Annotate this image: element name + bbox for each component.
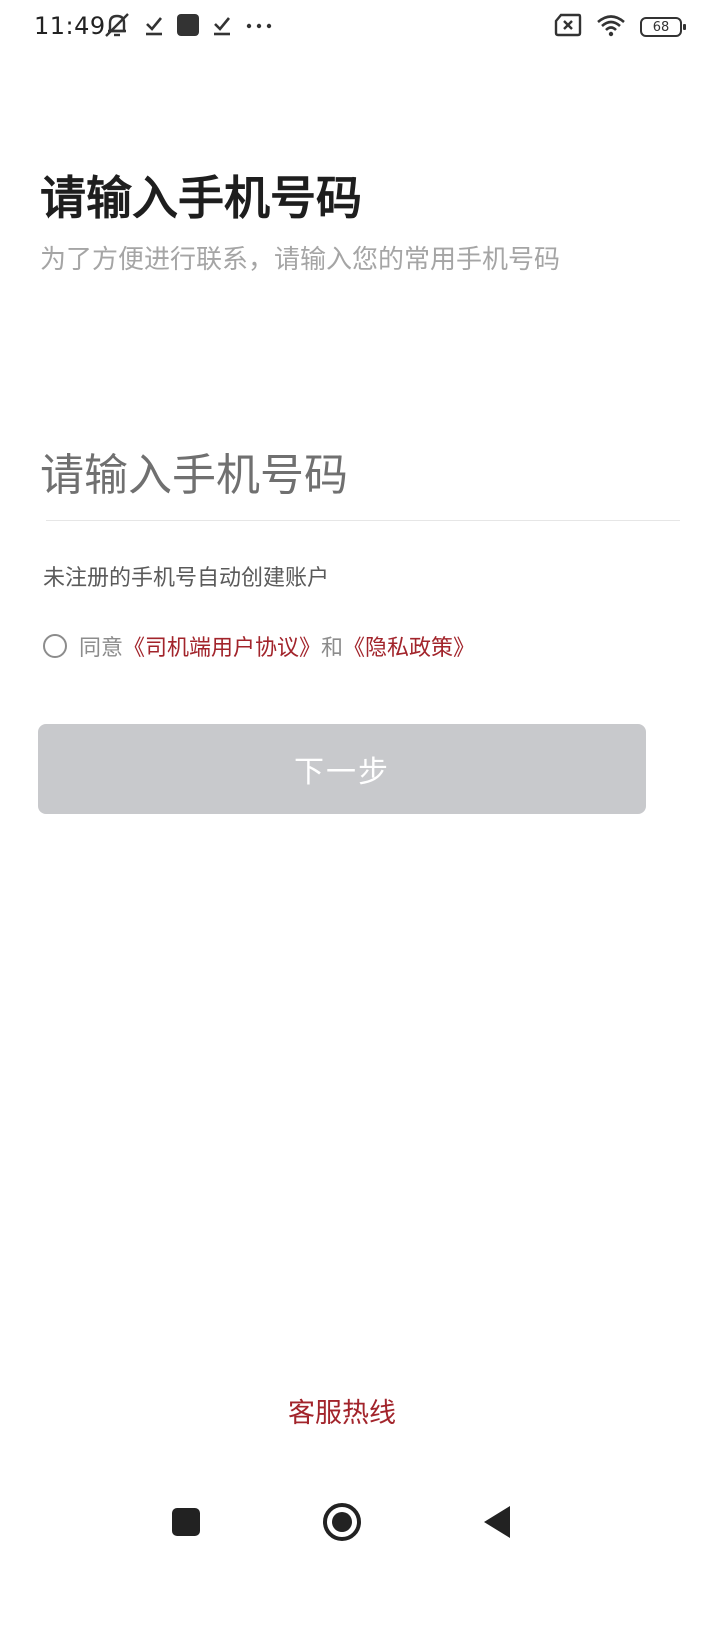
page-subtitle: 为了方便进行联系，请输入您的常用手机号码 xyxy=(40,245,561,275)
status-time: 11:49 xyxy=(34,12,106,40)
status-left-icons xyxy=(102,12,274,42)
privacy-policy-link[interactable]: 《隐私政策》 xyxy=(343,630,475,662)
user-agreement-link[interactable]: 《司机端用户协议》 xyxy=(123,630,321,662)
home-circle-icon[interactable] xyxy=(323,1503,361,1541)
agreement-prefix: 同意 xyxy=(79,636,124,661)
wifi-icon xyxy=(596,13,626,41)
customer-service-hotline-link[interactable]: 客服热线 xyxy=(0,1394,684,1434)
app-square-icon xyxy=(176,13,200,41)
agreement-row: 同意 《司机端用户协议》 和 《隐私政策》 xyxy=(43,628,475,664)
bell-muted-icon xyxy=(102,11,132,43)
status-bar: 11:49 68 xyxy=(0,0,720,54)
system-nav-bar xyxy=(0,1490,720,1558)
no-sim-icon xyxy=(554,13,582,41)
download-done-icon xyxy=(212,13,232,41)
back-triangle-icon[interactable] xyxy=(484,1506,510,1538)
more-dots-icon xyxy=(244,13,274,41)
agreement-checkbox[interactable] xyxy=(43,634,67,658)
next-step-button[interactable]: 下一步 xyxy=(38,724,646,814)
status-right-icons: 68 xyxy=(554,12,686,42)
battery-icon: 68 xyxy=(640,17,686,37)
input-divider xyxy=(46,520,680,521)
recents-square-icon[interactable] xyxy=(172,1508,200,1536)
agreement-conjunction: 和 xyxy=(321,636,344,661)
battery-level: 68 xyxy=(652,19,670,35)
auto-register-hint: 未注册的手机号自动创建账户 xyxy=(43,566,330,591)
phone-number-input[interactable] xyxy=(40,440,680,510)
page-title: 请输入手机号码 xyxy=(40,171,362,225)
download-done-icon xyxy=(144,13,164,41)
